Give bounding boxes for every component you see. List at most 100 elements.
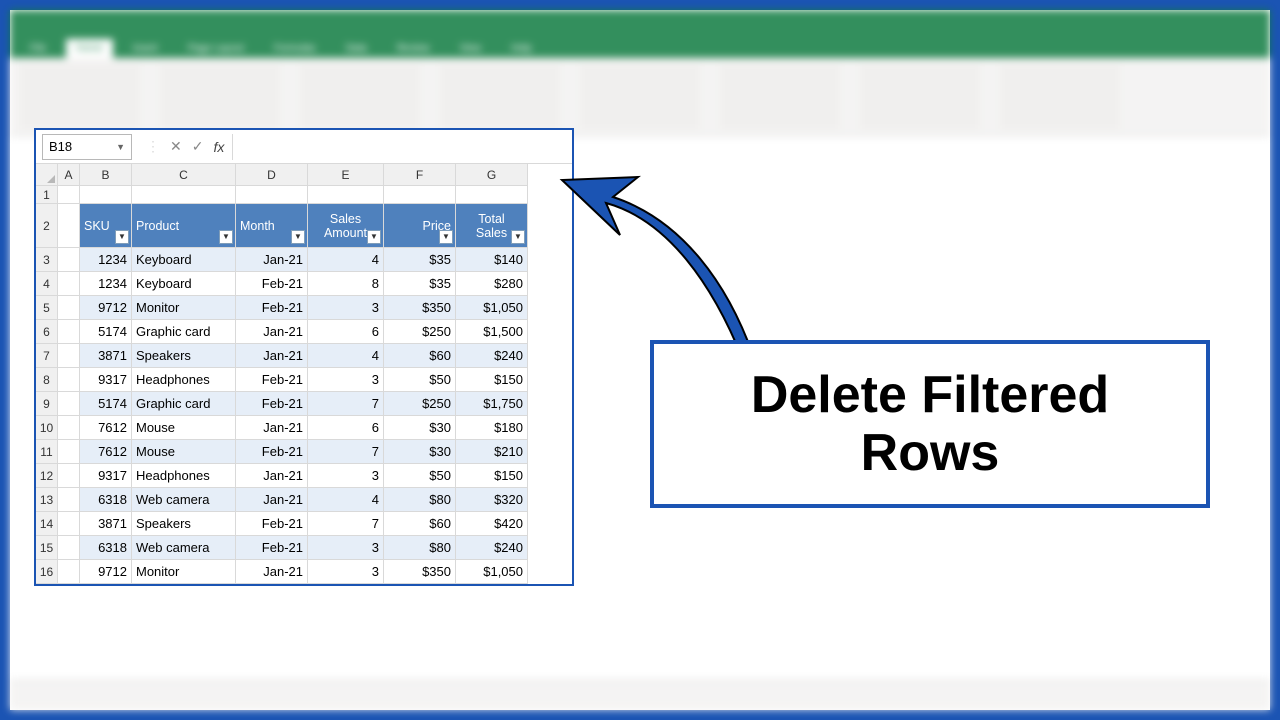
cell[interactable] <box>58 416 80 440</box>
row-header[interactable]: 3 <box>36 248 58 272</box>
tab-data[interactable]: Data <box>336 39 377 58</box>
cell[interactable] <box>308 186 384 204</box>
filter-dropdown-icon[interactable]: ▼ <box>291 230 305 244</box>
enter-icon[interactable]: ✓ <box>192 138 204 155</box>
cell-total[interactable]: $180 <box>456 416 528 440</box>
cell-price[interactable]: $50 <box>384 464 456 488</box>
cell-sku[interactable]: 3871 <box>80 512 132 536</box>
cell-total[interactable]: $1,750 <box>456 392 528 416</box>
header-sales-amount[interactable]: Sales Amount ▼ <box>308 204 384 248</box>
filter-dropdown-icon[interactable]: ▼ <box>511 230 525 244</box>
cell-price[interactable]: $250 <box>384 320 456 344</box>
row-header[interactable]: 16 <box>36 560 58 584</box>
cell-amount[interactable]: 7 <box>308 392 384 416</box>
cell[interactable] <box>58 186 80 204</box>
row-header[interactable]: 5 <box>36 296 58 320</box>
cell-price[interactable]: $80 <box>384 488 456 512</box>
col-header-b[interactable]: B <box>80 164 132 186</box>
row-header[interactable]: 12 <box>36 464 58 488</box>
cell-total[interactable]: $150 <box>456 368 528 392</box>
cell-amount[interactable]: 3 <box>308 560 384 584</box>
cell-amount[interactable]: 3 <box>308 296 384 320</box>
header-product[interactable]: Product ▼ <box>132 204 236 248</box>
header-sku[interactable]: SKU ▼ <box>80 204 132 248</box>
cell[interactable] <box>58 272 80 296</box>
cell-product[interactable]: Graphic card <box>132 320 236 344</box>
cell[interactable] <box>58 368 80 392</box>
cell[interactable] <box>58 204 80 248</box>
cell[interactable] <box>58 344 80 368</box>
filter-dropdown-icon[interactable]: ▼ <box>219 230 233 244</box>
cell-amount[interactable]: 7 <box>308 440 384 464</box>
row-header[interactable]: 1 <box>36 186 58 204</box>
cell-product[interactable]: Mouse <box>132 416 236 440</box>
cell-total[interactable]: $280 <box>456 272 528 296</box>
cell-total[interactable]: $140 <box>456 248 528 272</box>
cell-price[interactable]: $30 <box>384 416 456 440</box>
row-header[interactable]: 11 <box>36 440 58 464</box>
cell-product[interactable]: Headphones <box>132 464 236 488</box>
cell-product[interactable]: Monitor <box>132 296 236 320</box>
cell-amount[interactable]: 4 <box>308 344 384 368</box>
cell-product[interactable]: Keyboard <box>132 272 236 296</box>
cell-month[interactable]: Feb-21 <box>236 440 308 464</box>
row-header[interactable]: 9 <box>36 392 58 416</box>
filter-dropdown-icon[interactable]: ▼ <box>439 230 453 244</box>
cell-sku[interactable]: 7612 <box>80 440 132 464</box>
cell-price[interactable]: $250 <box>384 392 456 416</box>
row-header[interactable]: 10 <box>36 416 58 440</box>
cell-price[interactable]: $350 <box>384 296 456 320</box>
cell[interactable] <box>58 536 80 560</box>
cell-price[interactable]: $80 <box>384 536 456 560</box>
tab-review[interactable]: Review <box>387 39 440 58</box>
cell-month[interactable]: Feb-21 <box>236 392 308 416</box>
cell-amount[interactable]: 8 <box>308 272 384 296</box>
cell[interactable] <box>80 186 132 204</box>
cell-sku[interactable]: 9712 <box>80 296 132 320</box>
cell-amount[interactable]: 3 <box>308 536 384 560</box>
tab-help[interactable]: Help <box>501 39 542 58</box>
cell-sku[interactable]: 6318 <box>80 488 132 512</box>
col-header-g[interactable]: G <box>456 164 528 186</box>
col-header-a[interactable]: A <box>58 164 80 186</box>
cell-price[interactable]: $30 <box>384 440 456 464</box>
cell-amount[interactable]: 6 <box>308 320 384 344</box>
cell-sku[interactable]: 3871 <box>80 344 132 368</box>
cell[interactable] <box>384 186 456 204</box>
cell[interactable] <box>58 512 80 536</box>
cell-month[interactable]: Jan-21 <box>236 560 308 584</box>
cell-total[interactable]: $210 <box>456 440 528 464</box>
cell-sku[interactable]: 1234 <box>80 248 132 272</box>
row-header[interactable]: 6 <box>36 320 58 344</box>
cell-month[interactable]: Feb-21 <box>236 368 308 392</box>
cell-product[interactable]: Graphic card <box>132 392 236 416</box>
cell-total[interactable]: $1,500 <box>456 320 528 344</box>
col-header-c[interactable]: C <box>132 164 236 186</box>
formula-bar[interactable] <box>232 134 572 160</box>
cell[interactable] <box>132 186 236 204</box>
cell-sku[interactable]: 9712 <box>80 560 132 584</box>
cell-product[interactable]: Speakers <box>132 344 236 368</box>
cell-month[interactable]: Feb-21 <box>236 296 308 320</box>
cancel-icon[interactable]: ✕ <box>170 138 182 155</box>
name-box-dropdown-icon[interactable]: ▼ <box>116 142 125 152</box>
cell-price[interactable]: $60 <box>384 344 456 368</box>
tab-pagelayout[interactable]: Page Layout <box>178 39 254 58</box>
cell-amount[interactable]: 6 <box>308 416 384 440</box>
tab-home[interactable]: Home <box>66 39 113 58</box>
cell[interactable] <box>58 392 80 416</box>
tab-insert[interactable]: Insert <box>123 39 168 58</box>
col-header-f[interactable]: F <box>384 164 456 186</box>
cell-product[interactable]: Keyboard <box>132 248 236 272</box>
cell-product[interactable]: Headphones <box>132 368 236 392</box>
cell-month[interactable]: Jan-21 <box>236 464 308 488</box>
cell-amount[interactable]: 3 <box>308 464 384 488</box>
header-month[interactable]: Month ▼ <box>236 204 308 248</box>
tab-formulas[interactable]: Formulas <box>264 39 326 58</box>
cell-sku[interactable]: 5174 <box>80 392 132 416</box>
cell-sku[interactable]: 6318 <box>80 536 132 560</box>
header-total-sales[interactable]: Total Sales ▼ <box>456 204 528 248</box>
cell-month[interactable]: Jan-21 <box>236 320 308 344</box>
filter-dropdown-icon[interactable]: ▼ <box>367 230 381 244</box>
cell[interactable] <box>456 186 528 204</box>
